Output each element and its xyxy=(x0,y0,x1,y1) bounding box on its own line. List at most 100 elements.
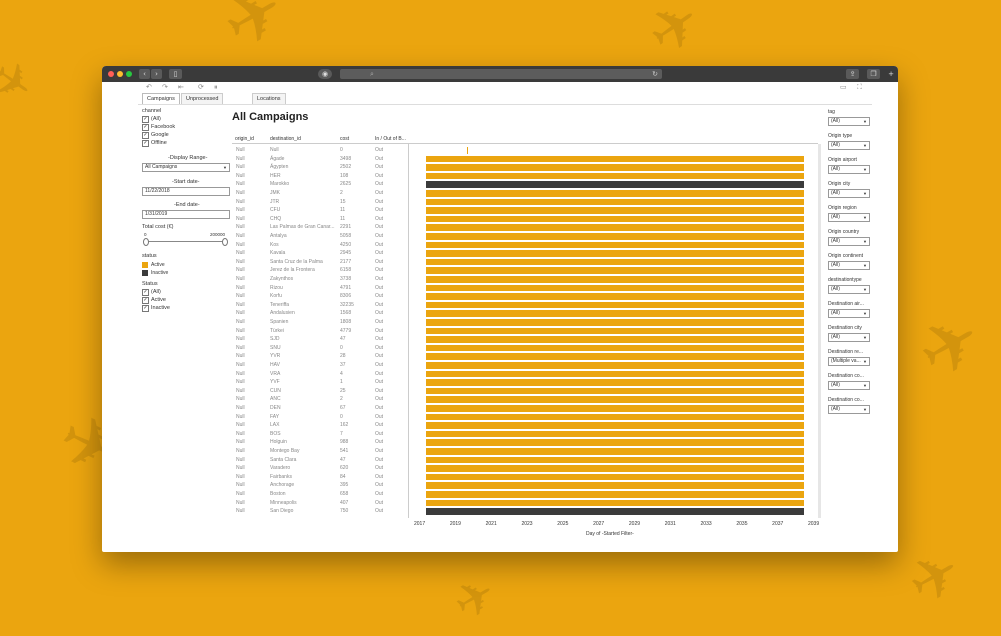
gantt-bar[interactable] xyxy=(426,155,804,163)
total-cost-slider-min-handle[interactable] xyxy=(143,238,149,246)
fullscreen-icon[interactable]: ⛶ xyxy=(857,83,862,92)
right-filter-select[interactable]: (All) ▼ xyxy=(828,189,870,198)
gantt-bar[interactable] xyxy=(426,267,804,274)
right-filter-select[interactable]: (Multiple va... ▼ xyxy=(828,357,870,366)
tab-unprocessed-campaigns[interactable]: Unprocessed campaigns xyxy=(181,93,224,112)
right-filter-select[interactable]: (All) ▼ xyxy=(828,141,870,150)
comment-icon[interactable]: ▭ xyxy=(840,83,847,91)
end-date-input[interactable]: 1/31/2019 xyxy=(142,210,230,219)
start-date-input[interactable]: 11/22/2018 xyxy=(142,187,230,196)
gantt-bar[interactable] xyxy=(426,370,804,378)
chart-scrollbar[interactable] xyxy=(818,144,821,518)
channel-option-label: Facebook xyxy=(151,124,176,130)
gantt-bar[interactable] xyxy=(426,465,804,472)
destination-id-cell: Montego Bay xyxy=(270,448,300,454)
gantt-bar[interactable] xyxy=(426,164,804,171)
status-checkbox[interactable]: ✓ xyxy=(142,289,149,296)
refresh-icon[interactable]: ⟳ xyxy=(198,83,204,91)
gantt-bar[interactable] xyxy=(426,258,804,266)
gantt-bar[interactable] xyxy=(426,190,804,197)
gantt-bar[interactable] xyxy=(426,310,804,317)
channel-checkbox[interactable]: ✓ xyxy=(142,116,149,123)
in-out-cell: Out xyxy=(375,147,384,153)
tab-campaigns[interactable]: Campaigns xyxy=(142,93,180,104)
gantt-bar[interactable] xyxy=(426,473,804,481)
right-filter-select[interactable]: (All) ▼ xyxy=(828,117,870,126)
gantt-bar[interactable] xyxy=(426,250,804,257)
gantt-bar[interactable] xyxy=(426,198,804,206)
channel-checkbox[interactable]: ✓ xyxy=(142,132,149,139)
gantt-bar[interactable] xyxy=(426,215,804,223)
maximize-window-button[interactable] xyxy=(126,71,132,77)
gantt-bar[interactable] xyxy=(426,276,804,283)
display-range-select[interactable]: All Campaigns ▼ xyxy=(142,163,230,172)
gantt-bar[interactable] xyxy=(426,181,804,188)
gantt-bar[interactable] xyxy=(426,405,804,412)
total-cost-slider-track[interactable] xyxy=(145,241,225,242)
gantt-bar[interactable] xyxy=(426,319,804,326)
table-row[interactable]: Null Null 0 Out xyxy=(232,146,797,154)
gantt-bar[interactable] xyxy=(426,241,804,249)
gantt-bar[interactable] xyxy=(426,448,804,455)
right-filter-value: (Multiple va... xyxy=(831,358,861,364)
origin-id-cell: Null xyxy=(236,499,245,506)
destination-id-cell: Kavala xyxy=(270,250,286,257)
gantt-bar[interactable] xyxy=(426,413,804,421)
tabs-overview-button[interactable]: ❐ xyxy=(867,69,880,79)
right-filter-select[interactable]: (All) ▼ xyxy=(828,309,870,318)
gantt-bar[interactable] xyxy=(426,224,804,231)
gantt-bar[interactable] xyxy=(426,284,804,292)
channel-checkbox[interactable]: ✓ xyxy=(142,140,149,147)
gantt-bar[interactable] xyxy=(426,327,804,335)
gantt-bar[interactable] xyxy=(426,301,804,309)
address-bar[interactable]: ⌕ ↻ xyxy=(340,69,662,79)
share-button[interactable]: ⇪ xyxy=(846,69,859,79)
cost-cell: 988 xyxy=(340,439,349,446)
status-checkbox[interactable]: ✓ xyxy=(142,305,149,312)
gantt-bar[interactable] xyxy=(426,233,804,240)
gantt-bar[interactable] xyxy=(426,344,804,352)
right-filter-select[interactable]: (All) ▼ xyxy=(828,333,870,342)
gantt-bar[interactable] xyxy=(426,379,804,386)
gantt-bar[interactable] xyxy=(426,336,804,343)
gantt-bar[interactable] xyxy=(426,456,804,464)
redo-icon[interactable]: ↷ xyxy=(162,83,168,91)
privacy-icon[interactable]: ◉ xyxy=(318,69,332,79)
right-filter-select[interactable]: (All) ▼ xyxy=(828,285,870,294)
reload-icon[interactable]: ↻ xyxy=(652,69,658,79)
gantt-bar[interactable] xyxy=(426,172,804,180)
revert-icon[interactable]: ⇤ xyxy=(178,83,184,91)
forward-button[interactable]: › xyxy=(151,69,162,79)
gantt-bar[interactable] xyxy=(426,396,804,403)
pause-icon[interactable]: ⏸ xyxy=(214,83,218,92)
right-filter-label: Origin country xyxy=(828,229,860,235)
right-filter-select[interactable]: (All) ▼ xyxy=(828,381,870,390)
total-cost-slider-max-handle[interactable] xyxy=(222,238,228,246)
gantt-bar[interactable] xyxy=(426,362,804,369)
gantt-bar[interactable] xyxy=(426,439,804,446)
back-button[interactable]: ‹ xyxy=(139,69,150,79)
gantt-bar[interactable] xyxy=(426,207,804,214)
gantt-bar[interactable] xyxy=(426,293,804,300)
new-tab-button[interactable]: + xyxy=(886,69,896,79)
undo-icon[interactable]: ↶ xyxy=(146,83,152,91)
tab-locations[interactable]: Locations xyxy=(252,93,286,104)
close-window-button[interactable] xyxy=(108,71,114,77)
right-filter-select[interactable]: (All) ▼ xyxy=(828,261,870,270)
gantt-bar[interactable] xyxy=(426,430,804,438)
gantt-bar[interactable] xyxy=(426,482,804,489)
status-checkbox[interactable]: ✓ xyxy=(142,297,149,304)
minimize-window-button[interactable] xyxy=(117,71,123,77)
right-filter-select[interactable]: (All) ▼ xyxy=(828,405,870,414)
gantt-bar[interactable] xyxy=(426,491,804,498)
right-filter-select[interactable]: (All) ▼ xyxy=(828,237,870,246)
right-filter-select[interactable]: (All) ▼ xyxy=(828,165,870,174)
gantt-bar[interactable] xyxy=(426,387,804,395)
right-filter-select[interactable]: (All) ▼ xyxy=(828,213,870,222)
gantt-bar[interactable] xyxy=(426,499,804,507)
gantt-bar[interactable] xyxy=(426,508,804,515)
sidebar-toggle-button[interactable]: ▯ xyxy=(169,69,182,79)
gantt-bar[interactable] xyxy=(426,353,804,360)
channel-checkbox[interactable]: ✓ xyxy=(142,124,149,131)
gantt-bar[interactable] xyxy=(426,422,804,429)
